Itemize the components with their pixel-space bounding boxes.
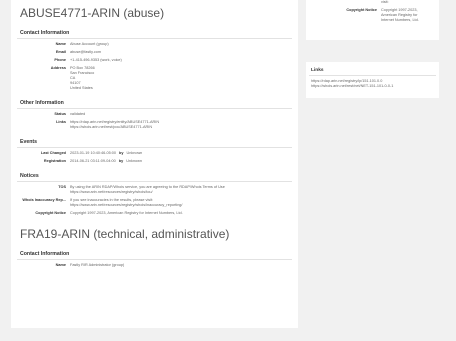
other-row-status: Status validated: [11, 112, 298, 117]
field-value: Abuse Account (group): [70, 42, 109, 46]
notice-label: Whois Inaccuracy Rep...: [22, 198, 66, 202]
field-label: Email: [55, 50, 66, 54]
sidebar-notice-row: Copyright Notice Copyright 1997-2023, Am…: [306, 8, 439, 23]
status-value: validated: [70, 112, 86, 116]
address-value: PO Box 78266 San Francisco CA 94107 Unit…: [70, 66, 95, 90]
event-date: 2023-01-19 10:40:46-05:00: [70, 151, 117, 155]
sidebar-notices-card: visit: Copyright Notice Copyright 1997-2…: [306, 0, 439, 40]
contact-row-name: Name Abuse Account (group): [11, 42, 298, 47]
divider: [309, 75, 436, 76]
contact-information-header: Contact Information: [20, 30, 70, 36]
notice-label: [306, 0, 381, 5]
by-label: by: [118, 159, 124, 163]
by-label: by: [119, 151, 124, 155]
event-actor: Unknown: [126, 159, 143, 163]
event-date: 2014-06-21 03:11:09-04:00: [70, 159, 116, 163]
notice-value: Copyright 1997-2023, American Registry f…: [381, 8, 419, 22]
event-actor: Unknown: [126, 151, 143, 155]
notice-label: Copyright Notice: [346, 8, 377, 12]
field-label: Phone: [54, 58, 66, 62]
contact-row-name: Name Fastly RIR Administrator (group): [11, 263, 298, 268]
notice-value: Copyright 1997-2023, American Registry f…: [70, 211, 183, 215]
field-label: Status: [54, 112, 66, 116]
divider: [17, 38, 292, 39]
field-value: Fastly RIR Administrator (group): [70, 263, 125, 267]
notice-row-tos: TOS By using the ARIN RDAP/Whois service…: [11, 185, 298, 195]
event-value: 2023-01-19 10:40:46-05:00 by Unknown: [70, 151, 142, 156]
divider: [17, 181, 292, 182]
sidebar-links-card: Links https://rdap.arin.net/registry/ip/…: [306, 62, 439, 98]
contact-row-email: Email abuse@fastly.com: [11, 50, 298, 55]
entity-title-technical: FRA19-ARIN (technical, administrative): [20, 227, 230, 241]
contact-row-phone: Phone +1-415-496-9353 (work, voice): [11, 58, 298, 63]
notice-value: By using the ARIN RDAP/Whois service, yo…: [70, 185, 225, 194]
other-row-links: Links https://rdap.arin.net/registry/ent…: [11, 120, 298, 130]
field-label: Address: [50, 66, 66, 70]
notices-header: Notices: [20, 173, 39, 179]
sidebar-notice-row: visit:: [306, 0, 439, 5]
field-label: Name: [55, 42, 66, 46]
divider: [17, 147, 292, 148]
event-row-last-changed: Last Changed 2023-01-19 10:40:46-05:00 by…: [11, 151, 298, 156]
field-value: +1-415-496-9353 (work, voice): [70, 58, 122, 62]
divider: [17, 259, 292, 260]
event-label: Registration: [43, 159, 66, 163]
entity-title-abuse: ABUSE4771-ARIN (abuse): [20, 6, 165, 20]
notice-label: TOS: [58, 185, 66, 189]
notice-value: If you see inaccuracies in the results, …: [70, 198, 183, 207]
other-information-header: Other Information: [20, 100, 64, 106]
event-row-registration: Registration 2014-06-21 03:11:09-04:00 by…: [11, 159, 298, 164]
contact-information-header: Contact Information: [20, 251, 70, 257]
links-header: Links: [311, 68, 324, 73]
events-header: Events: [20, 139, 38, 145]
field-label: Name: [55, 263, 66, 267]
entity-links[interactable]: https://rdap.arin.net/registry/entity/AB…: [70, 120, 159, 130]
notice-row-copyright: Copyright Notice Copyright 1997-2023, Am…: [11, 211, 298, 216]
divider: [17, 108, 292, 109]
event-label: Last Changed: [40, 151, 66, 155]
contact-row-address: Address PO Box 78266 San Francisco CA 94…: [11, 66, 298, 91]
notice-row-inaccuracy: Whois Inaccuracy Rep... If you see inacc…: [11, 198, 298, 208]
main-panel: ABUSE4771-ARIN (abuse) Contact Informati…: [11, 0, 298, 328]
notice-label: Copyright Notice: [35, 211, 66, 215]
network-links[interactable]: https://rdap.arin.net/registry/ip/151.10…: [311, 79, 439, 89]
event-value: 2014-06-21 03:11:09-04:00 by Unknown: [70, 159, 142, 164]
notice-value: visit:: [381, 0, 389, 4]
field-label: Links: [56, 120, 66, 124]
email-link[interactable]: abuse@fastly.com: [70, 50, 101, 55]
